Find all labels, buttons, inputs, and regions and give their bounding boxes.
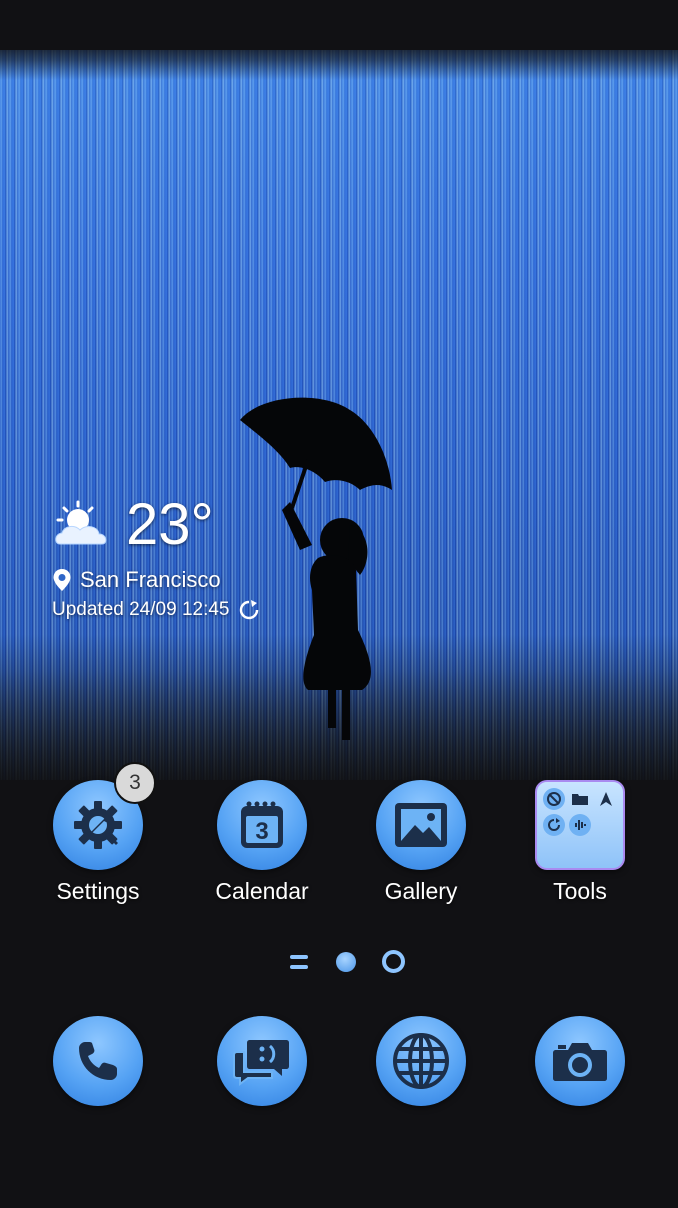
weather-temperature: 23° bbox=[126, 492, 214, 557]
weather-updated-time: Updated 24/09 12:45 bbox=[52, 599, 230, 620]
camera-icon bbox=[535, 1016, 625, 1106]
refresh-icon[interactable] bbox=[238, 599, 260, 621]
dock-messages[interactable] bbox=[192, 1016, 332, 1106]
folder-mini-app-icon bbox=[543, 788, 565, 810]
app-label-tools: Tools bbox=[553, 878, 607, 904]
folder-mini-app-icon bbox=[595, 788, 617, 810]
picture-icon bbox=[376, 780, 466, 870]
calendar-icon: 3 bbox=[217, 780, 307, 870]
page-dot-active[interactable] bbox=[336, 951, 356, 972]
app-label-gallery: Gallery bbox=[384, 878, 458, 904]
app-label-calendar: Calendar bbox=[215, 878, 309, 904]
browser-globe-icon bbox=[376, 1016, 466, 1106]
folder-icon bbox=[535, 780, 625, 870]
wallpaper-edge bbox=[0, 40, 678, 80]
app-gallery[interactable]: Gallery bbox=[351, 780, 491, 905]
page-indicator[interactable] bbox=[290, 950, 405, 973]
app-settings[interactable]: 3 Settings bbox=[28, 762, 168, 905]
partly-cloudy-icon bbox=[55, 500, 107, 545]
app-calendar[interactable]: 3 Calendar bbox=[192, 780, 332, 905]
phone-icon bbox=[53, 1016, 143, 1106]
folder-mini-app-icon bbox=[569, 814, 591, 836]
page-dot[interactable] bbox=[382, 950, 405, 973]
messages-icon bbox=[217, 1016, 307, 1106]
location-pin-icon bbox=[53, 569, 71, 591]
folder-mini-app-icon bbox=[543, 814, 565, 836]
app-label-settings: Settings bbox=[56, 878, 140, 904]
app-folder-tools[interactable]: Tools bbox=[510, 780, 650, 905]
weather-widget[interactable]: 23° San Francisco Updated 24/09 12:45 bbox=[52, 495, 260, 621]
home-screen: 23° San Francisco Updated 24/09 12:45 3 … bbox=[0, 0, 678, 1208]
dock-browser[interactable] bbox=[351, 1016, 491, 1106]
folder-mini-app-icon bbox=[569, 788, 591, 810]
notification-badge: 3 bbox=[114, 762, 156, 804]
weather-city: San Francisco bbox=[80, 567, 221, 592]
dock-phone[interactable] bbox=[28, 1016, 168, 1106]
calendar-day: 3 bbox=[255, 818, 268, 845]
page-indicator-menu-icon[interactable] bbox=[290, 954, 308, 969]
dock-camera[interactable] bbox=[510, 1016, 650, 1106]
